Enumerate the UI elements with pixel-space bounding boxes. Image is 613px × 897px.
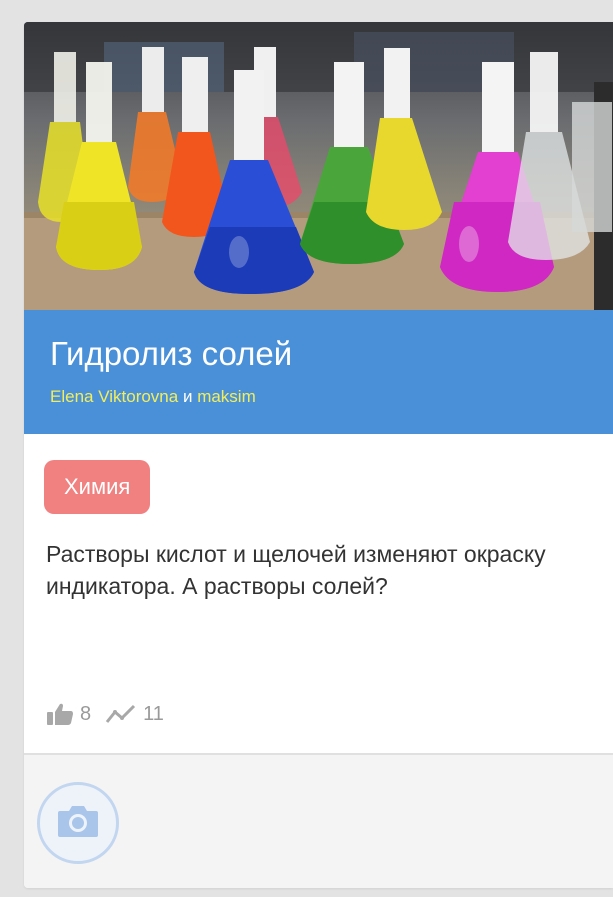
card-footer — [24, 753, 613, 888]
cover-image[interactable] — [24, 22, 613, 310]
page: Гидролиз солей Elena Viktorovna и maksim… — [0, 0, 613, 897]
authors-line: Elena Viktorovna и maksim — [50, 387, 256, 407]
author-link[interactable]: maksim — [197, 387, 256, 406]
likes-stat[interactable]: 8 — [46, 702, 91, 726]
authors-conjunction: и — [182, 387, 193, 406]
camera-icon — [56, 803, 100, 844]
thumbs-up-icon — [46, 702, 74, 726]
title-band: Гидролиз солей Elena Viktorovna и maksim — [24, 310, 613, 434]
card-description: Растворы кислот и щелочей изменяют окрас… — [46, 541, 546, 599]
likes-count: 8 — [80, 702, 92, 725]
project-card[interactable]: Гидролиз солей Elena Viktorovna и maksim… — [24, 22, 613, 888]
upload-photo-button[interactable] — [37, 782, 119, 864]
stats-bar: 8 11 — [46, 700, 164, 728]
views-count: 11 — [143, 702, 164, 725]
card-title[interactable]: Гидролиз солей — [50, 334, 292, 374]
subject-tag[interactable]: Химия — [44, 460, 151, 514]
author-link[interactable]: Elena Viktorovna — [50, 387, 178, 406]
views-stat[interactable]: 11 — [105, 703, 164, 726]
trend-line-icon — [105, 703, 137, 725]
